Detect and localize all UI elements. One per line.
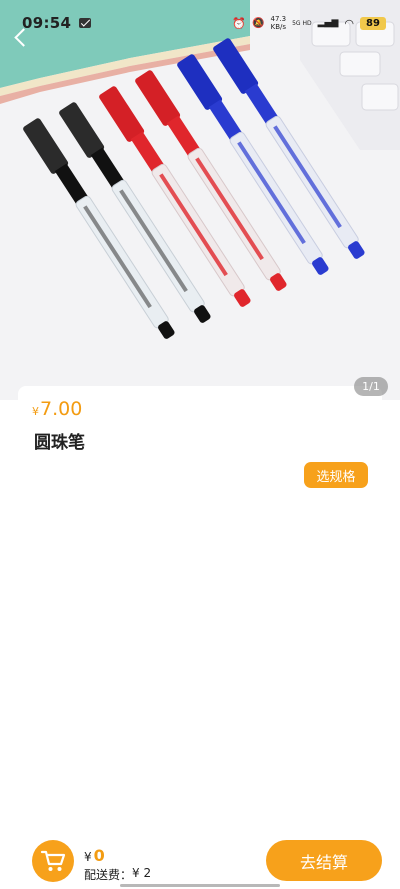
- cart-button[interactable]: [32, 840, 74, 882]
- select-spec-button[interactable]: 选规格: [304, 462, 368, 488]
- status-indicators: ⏰ 🔕 47.3 KB/s 5G HD ▂▄▆ ◠ 89: [232, 15, 386, 31]
- cart-icon: [40, 850, 66, 871]
- price-value: 7.00: [40, 398, 83, 420]
- image-page-indicator: 1/1: [354, 377, 388, 396]
- mute-icon: 🔕: [252, 17, 265, 29]
- cart-total-currency: ¥: [84, 850, 92, 864]
- pens-illustration: [0, 0, 400, 400]
- network-speed: 47.3 KB/s: [271, 15, 287, 31]
- back-button[interactable]: [6, 22, 36, 52]
- delivery-fee: 配送费： ¥ 2: [84, 866, 151, 883]
- signal-label: 5G HD: [292, 19, 312, 27]
- cart-total: ¥ 0: [84, 846, 105, 865]
- product-name: 圆珠笔: [34, 433, 85, 453]
- network-speed-value: 47.3: [270, 15, 287, 23]
- network-speed-unit: KB/s: [270, 23, 287, 31]
- price-currency: ¥: [32, 405, 39, 418]
- signal-icon: ▂▄▆: [317, 18, 339, 28]
- alarm-icon: ⏰: [232, 16, 247, 30]
- cart-total-value: 0: [93, 846, 105, 865]
- product-image[interactable]: [0, 0, 400, 400]
- battery-level: 89: [360, 16, 386, 30]
- status-bar: 09:54 ⏰ 🔕 47.3 KB/s 5G HD ▂▄▆ ◠ 89: [0, 0, 400, 46]
- mail-notification-icon: [79, 18, 92, 28]
- delivery-fee-value: ¥ 2: [132, 866, 152, 880]
- wifi-icon: ◠: [344, 16, 354, 30]
- checkout-button[interactable]: 去结算: [266, 840, 382, 881]
- product-price: ¥ 7.00: [32, 398, 82, 420]
- delivery-fee-label: 配送费：: [84, 868, 133, 882]
- product-info-card: ¥ 7.00 圆珠笔 选规格: [18, 386, 382, 506]
- home-indicator[interactable]: [120, 884, 280, 887]
